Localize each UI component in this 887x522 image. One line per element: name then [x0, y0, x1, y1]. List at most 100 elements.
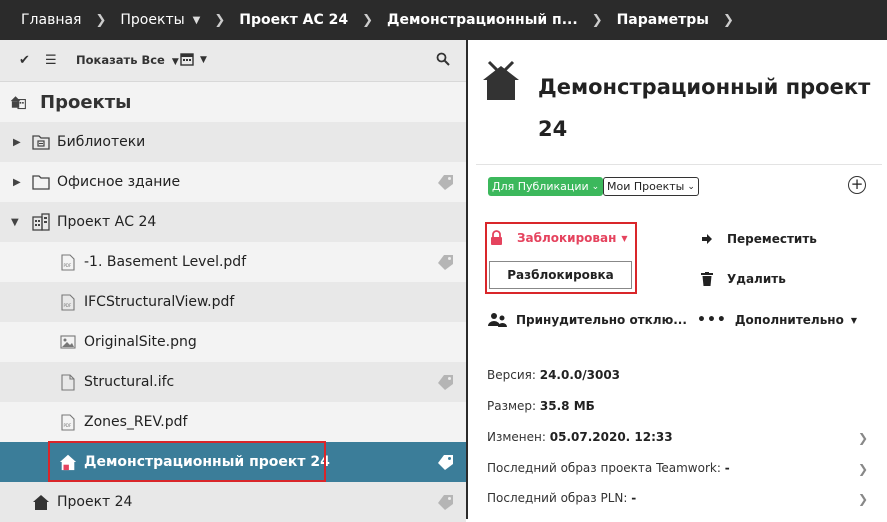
- my-projects-dropdown[interactable]: Мои Проекты ⌄: [603, 177, 699, 196]
- version-info: Версия: 24.0.0/3003: [487, 368, 620, 382]
- expand-arrow-icon[interactable]: ▶: [13, 177, 21, 188]
- tree-item-project-as24[interactable]: ▼ Проект АС 24: [0, 202, 466, 242]
- svg-text:PDF: PDF: [64, 303, 72, 308]
- page-title: Демонстрационный проект 24: [538, 75, 871, 141]
- more-dropdown[interactable]: ••• Дополнительно ▼: [697, 312, 857, 328]
- size-value: 35.8 МБ: [539, 399, 595, 413]
- pln-snapshot-value: -: [631, 491, 637, 505]
- tree-item-label: -1. Basement Level.pdf: [84, 254, 247, 270]
- calendar-icon[interactable]: [180, 52, 194, 69]
- chevron-right-icon[interactable]: ❯: [858, 492, 868, 506]
- library-folder-icon: [32, 133, 50, 151]
- force-label: Принудительно отклю...: [516, 313, 687, 327]
- check-icon[interactable]: ✔: [19, 53, 30, 68]
- tag-icon[interactable]: [437, 374, 454, 390]
- tree-item-original-site[interactable]: OriginalSite.png: [0, 322, 466, 362]
- publish-dropdown[interactable]: Для Публикации ⌄: [488, 177, 604, 196]
- breadcrumb-project-as24[interactable]: Проект АС 24: [239, 12, 348, 28]
- add-icon[interactable]: +: [848, 176, 866, 194]
- move-label: Переместить: [727, 232, 817, 246]
- pln-snapshot-info[interactable]: Последний образ PLN: -: [487, 491, 636, 505]
- tree-item-basement-pdf[interactable]: PDF -1. Basement Level.pdf: [0, 242, 466, 282]
- project-tree-pane: ✔ ☰ Показать Все ▼ ▼ Проекты ▶ Библиотек…: [0, 40, 466, 522]
- version-value: 24.0.0/3003: [539, 368, 621, 382]
- pdf-file-icon: PDF: [59, 253, 77, 271]
- svg-text:PDF: PDF: [64, 423, 72, 428]
- tag-icon[interactable]: [437, 254, 454, 270]
- tree-item-label: Библиотеки: [57, 134, 146, 150]
- publish-label: Для Публикации: [492, 180, 589, 193]
- caret-down-icon[interactable]: ▼: [200, 55, 207, 65]
- breadcrumb-home[interactable]: Главная: [21, 12, 81, 28]
- tree-item-label: Проект АС 24: [57, 214, 157, 230]
- tree-item-label: OriginalSite.png: [84, 334, 197, 350]
- tree-item-libraries[interactable]: ▶ Библиотеки: [0, 122, 466, 162]
- teamwork-snapshot-info[interactable]: Последний образ проекта Teamwork: -: [487, 461, 730, 475]
- delete-label: Удалить: [727, 272, 786, 286]
- project-house-icon: [32, 493, 50, 511]
- move-button[interactable]: Переместить: [701, 232, 817, 246]
- tree-item-project-24[interactable]: Проект 24: [0, 482, 466, 522]
- pdf-file-icon: PDF: [59, 413, 77, 431]
- modified-info[interactable]: Изменен: 05.07.2020. 12:33: [487, 430, 673, 444]
- projects-root-icon: [9, 93, 27, 111]
- arrow-right-icon: [702, 234, 712, 244]
- chevron-down-icon: ⌄: [687, 181, 695, 192]
- breadcrumb-demo-project[interactable]: Демонстрационный п...: [387, 12, 578, 28]
- pdf-file-icon: PDF: [59, 293, 77, 311]
- tag-icon[interactable]: [437, 174, 454, 190]
- modified-value: 05.07.2020. 12:33: [549, 430, 673, 444]
- more-label: Дополнительно: [734, 313, 844, 327]
- folder-icon: [32, 173, 50, 191]
- image-file-icon: [59, 333, 77, 351]
- tree-item-zones-pdf[interactable]: PDF Zones_REV.pdf: [0, 402, 466, 442]
- size-label: Размер:: [487, 399, 537, 413]
- tree-item-office[interactable]: ▶ Офисное здание: [0, 162, 466, 202]
- delete-button[interactable]: Удалить: [701, 272, 786, 286]
- tree-root[interactable]: Проекты: [0, 82, 466, 122]
- svg-text:PDF: PDF: [64, 263, 72, 268]
- caret-down-icon: ▼: [850, 315, 857, 325]
- breadcrumb-settings[interactable]: Параметры: [617, 12, 709, 28]
- chevron-right-icon: ❯: [722, 12, 734, 28]
- tree-item-label: Structural.ifc: [84, 374, 175, 390]
- caret-down-icon[interactable]: ▼: [193, 15, 201, 26]
- chevron-right-icon[interactable]: ❯: [858, 462, 868, 476]
- tree-root-label: Проекты: [40, 91, 132, 113]
- tree-item-label: IFCStructuralView.pdf: [84, 294, 235, 310]
- tree-item-label: Проект 24: [57, 494, 133, 510]
- teamwork-snapshot-label: Последний образ проекта Teamwork:: [487, 461, 721, 475]
- project-house-icon: [481, 60, 521, 106]
- tag-icon[interactable]: [437, 494, 454, 510]
- users-icon: [488, 313, 507, 327]
- version-label: Версия:: [487, 368, 536, 382]
- tree-toolbar: ✔ ☰ Показать Все ▼ ▼: [0, 40, 466, 82]
- show-all-dropdown[interactable]: Показать Все ▼: [76, 53, 179, 67]
- file-icon: [59, 373, 77, 391]
- chevron-right-icon: ❯: [591, 12, 603, 28]
- search-icon[interactable]: [436, 52, 450, 69]
- tag-icon[interactable]: [437, 454, 454, 470]
- chevron-right-icon: ❯: [362, 12, 373, 28]
- trash-icon: [701, 272, 713, 286]
- tree-item-label: Zones_REV.pdf: [84, 414, 188, 430]
- chevron-right-icon[interactable]: ❯: [858, 431, 868, 445]
- caret-down-icon: ▼: [171, 57, 179, 67]
- selection-highlight: [48, 441, 326, 482]
- tree-item-structural-ifc[interactable]: Structural.ifc: [0, 362, 466, 402]
- building-icon: [32, 213, 50, 231]
- size-info: Размер: 35.8 МБ: [487, 399, 595, 413]
- lock-highlight: [485, 222, 637, 294]
- chevron-right-icon: ❯: [214, 12, 226, 28]
- force-disconnect-button[interactable]: Принудительно отклю...: [488, 312, 687, 328]
- teamwork-snapshot-value: -: [724, 461, 730, 475]
- list-icon[interactable]: ☰: [45, 53, 57, 68]
- modified-label: Изменен:: [487, 430, 546, 444]
- details-pane: Демонстрационный проект 24 Для Публикаци…: [468, 40, 887, 519]
- divider: [476, 164, 882, 165]
- expand-arrow-icon[interactable]: ▶: [13, 137, 21, 148]
- tree-item-label: Офисное здание: [57, 174, 181, 190]
- breadcrumb-projects[interactable]: Проекты: [120, 12, 184, 28]
- collapse-arrow-icon[interactable]: ▼: [11, 217, 19, 228]
- tree-item-ifc-view-pdf[interactable]: PDF IFCStructuralView.pdf: [0, 282, 466, 322]
